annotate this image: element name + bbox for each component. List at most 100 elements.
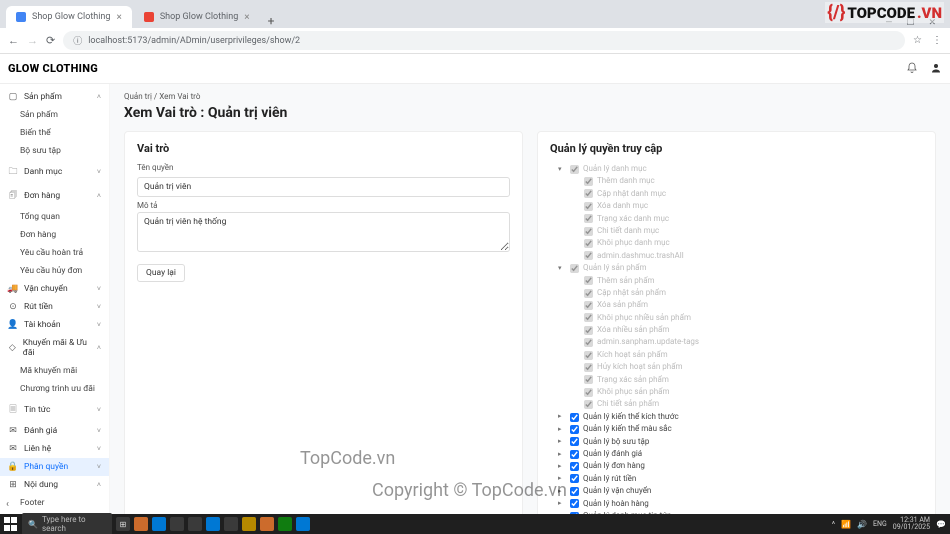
pinned-app-icon[interactable] <box>170 517 184 531</box>
sidebar-item-s-n-ph-m[interactable]: ▢Sản phẩm˄ <box>0 88 109 106</box>
task-view-icon[interactable]: ⊞ <box>116 517 130 531</box>
permission-row[interactable]: Xóa sản phẩm <box>550 299 923 311</box>
back-button[interactable]: Quay lại <box>137 264 185 282</box>
taskbar-search[interactable]: 🔍 Type here to search <box>22 513 112 534</box>
permission-checkbox[interactable] <box>584 189 593 198</box>
sidebar-item-v-n-chuy-n[interactable]: 🚚Vận chuyển˅ <box>0 280 109 298</box>
permission-row[interactable]: Khôi phục danh mục <box>550 237 923 249</box>
permission-checkbox[interactable] <box>584 214 593 223</box>
start-button[interactable] <box>4 517 18 531</box>
pinned-app-icon[interactable] <box>152 517 166 531</box>
browser-tab-active[interactable]: Shop Glow Clothing × <box>6 6 132 28</box>
permission-checkbox[interactable] <box>584 177 593 186</box>
permission-row[interactable]: Khôi phục sản phẩm <box>550 386 923 398</box>
permission-row[interactable]: ▸Quản lý bộ sưu tập <box>550 436 923 448</box>
pinned-app-icon[interactable] <box>224 517 238 531</box>
permission-row[interactable]: admin.sanpham.update-tags <box>550 336 923 348</box>
sidebar-item-danh-m-c[interactable]: 🗀Danh mục˅ <box>0 160 109 184</box>
permission-row[interactable]: ▸Quản lý hoàn hàng <box>550 498 923 510</box>
permission-row[interactable]: Trạng xác sản phẩm <box>550 374 923 386</box>
permission-checkbox[interactable] <box>584 289 593 298</box>
permission-checkbox[interactable] <box>584 276 593 285</box>
sidebar-subitem[interactable]: Yêu cầu hủy đơn <box>0 262 109 280</box>
permission-checkbox[interactable] <box>584 313 593 322</box>
browser-tab[interactable]: Shop Glow Clothing × <box>134 6 260 28</box>
sidebar-subitem[interactable]: Biến thể <box>0 124 109 142</box>
permission-checkbox[interactable] <box>584 202 593 211</box>
permission-checkbox[interactable] <box>570 474 579 483</box>
role-name-input[interactable] <box>137 177 510 197</box>
permission-checkbox[interactable] <box>584 239 593 248</box>
permission-row[interactable]: ▸Quản lý kiến thể kích thước <box>550 411 923 423</box>
sidebar-item-li-n-h-[interactable]: ✉Liên hệ˅ <box>0 440 109 458</box>
sidebar-item--nh-gi-[interactable]: ✉Đánh giá˅ <box>0 422 109 440</box>
sidebar-subitem[interactable]: Mã khuyến mãi <box>0 362 109 380</box>
permission-checkbox[interactable] <box>584 375 593 384</box>
permission-checkbox[interactable] <box>584 363 593 372</box>
permission-checkbox[interactable] <box>570 437 579 446</box>
sidebar-collapse-button[interactable]: ‹ <box>6 499 9 510</box>
tray-chevron-icon[interactable]: ^ <box>832 520 835 529</box>
notification-icon[interactable]: 💬 <box>936 520 946 529</box>
permission-row[interactable]: Thêm danh mục <box>550 175 923 187</box>
permission-checkbox[interactable] <box>570 450 579 459</box>
close-icon[interactable]: × <box>244 12 249 23</box>
sidebar-subitem[interactable]: Đơn hàng <box>0 226 109 244</box>
pinned-app-icon[interactable] <box>260 517 274 531</box>
pinned-app-icon[interactable] <box>188 517 202 531</box>
pinned-app-icon[interactable] <box>206 517 220 531</box>
star-icon[interactable]: ☆ <box>913 35 922 46</box>
permission-row[interactable]: ▸Quản lý vận chuyển <box>550 485 923 497</box>
permission-checkbox[interactable] <box>584 388 593 397</box>
permission-row[interactable]: Trạng xác danh mục <box>550 213 923 225</box>
sidebar-item-ph-n-quy-n[interactable]: 🔒Phân quyền˅ <box>0 458 109 476</box>
permission-row[interactable]: Xóa danh mục <box>550 200 923 212</box>
permission-checkbox[interactable] <box>584 301 593 310</box>
permission-row[interactable]: Thêm sản phẩm <box>550 275 923 287</box>
permission-row[interactable]: admin.dashmuc.trashAll <box>550 250 923 262</box>
url-input[interactable]: ⓘ localhost:5173/admin/ADmin/userprivile… <box>63 31 905 50</box>
pinned-app-icon[interactable] <box>134 517 148 531</box>
permission-checkbox[interactable] <box>570 413 579 422</box>
sidebar-item-r-t-ti-n[interactable]: ⊙Rút tiền˅ <box>0 298 109 316</box>
sidebar-subitem[interactable]: Bộ sưu tập <box>0 142 109 160</box>
permission-checkbox[interactable] <box>584 400 593 409</box>
permission-checkbox[interactable] <box>570 425 579 434</box>
permission-row[interactable]: ▸Quản lý đánh giá <box>550 448 923 460</box>
permission-row[interactable]: Chi tiết sản phẩm <box>550 398 923 410</box>
bell-icon[interactable] <box>906 59 918 78</box>
close-icon[interactable]: × <box>116 12 121 23</box>
permission-row[interactable]: ▾Quản lý danh mục <box>550 163 923 175</box>
permission-row[interactable]: ▸Quản lý rút tiền <box>550 473 923 485</box>
sidebar-item-tin-t-c[interactable]: 🗏Tin tức˅ <box>0 398 109 422</box>
forward-icon[interactable]: → <box>27 34 38 47</box>
permission-row[interactable]: Cập nhật danh mục <box>550 188 923 200</box>
permission-row[interactable]: ▾Quản lý sản phẩm <box>550 262 923 274</box>
sidebar-subitem[interactable]: Footer <box>0 494 109 512</box>
sidebar-item--n-h-ng[interactable]: 🗊Đơn hàng˄ <box>0 184 109 208</box>
sidebar-subitem[interactable]: Tổng quan <box>0 208 109 226</box>
permission-checkbox[interactable] <box>570 499 579 508</box>
permission-row[interactable]: Kích hoạt sản phẩm <box>550 349 923 361</box>
permission-checkbox[interactable] <box>570 462 579 471</box>
permission-checkbox[interactable] <box>584 351 593 360</box>
permission-checkbox[interactable] <box>584 326 593 335</box>
role-desc-input[interactable] <box>137 212 510 252</box>
permission-row[interactable]: Xóa nhiều sản phẩm <box>550 324 923 336</box>
language-indicator[interactable]: ENG <box>873 520 887 528</box>
permission-checkbox[interactable] <box>570 165 579 174</box>
new-tab-button[interactable]: + <box>262 14 281 28</box>
taskbar-clock[interactable]: 12:31 AM 09/01/2025 <box>893 517 930 531</box>
sidebar-item-t-i-kho-n[interactable]: 👤Tài khoản˅ <box>0 316 109 334</box>
pinned-app-icon[interactable] <box>242 517 256 531</box>
sidebar-subitem[interactable]: Chương trình ưu đãi <box>0 380 109 398</box>
reload-icon[interactable]: ⟳ <box>46 34 55 47</box>
permission-row[interactable]: ▸Quản lý đơn hàng <box>550 460 923 472</box>
permission-row[interactable]: ▸Quản lý kiến thể màu sắc <box>550 423 923 435</box>
permission-row[interactable]: Chi tiết danh mục <box>550 225 923 237</box>
permission-checkbox[interactable] <box>584 338 593 347</box>
sidebar-item-n-i-dung[interactable]: ⊞Nội dung˄ <box>0 476 109 494</box>
sidebar-subitem[interactable]: Yêu cầu hoàn trả <box>0 244 109 262</box>
permission-checkbox[interactable] <box>584 227 593 236</box>
permission-row[interactable]: Khôi phục nhiều sản phẩm <box>550 312 923 324</box>
